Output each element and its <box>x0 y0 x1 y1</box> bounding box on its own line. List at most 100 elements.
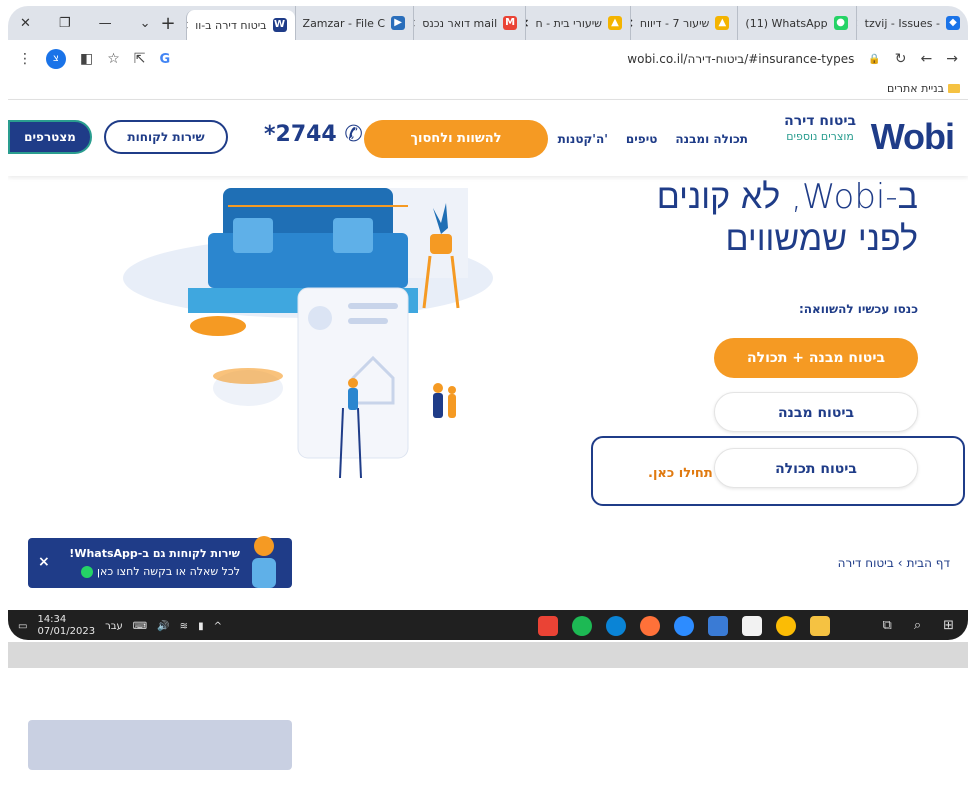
tab-label: (11) WhatsApp <box>745 16 828 30</box>
drive-favicon-icon: ▲ <box>607 16 622 30</box>
whatsapp-banner[interactable]: × שירות לקוחות גם ב-WhatsApp! לכל שאלה א… <box>28 536 292 588</box>
bookmark-star-icon[interactable]: ☆ <box>107 51 120 67</box>
share-icon[interactable]: ⇱ <box>134 51 146 67</box>
system-tray: ▭ 14:34 07/01/2023 עבר ⌨ 🔊 ≋ ▮ ^ <box>8 614 222 638</box>
whatsapp-subtitle-text: לכל שאלה או בקשה לחצו כאן <box>96 565 240 578</box>
close-icon[interactable]: × <box>738 16 739 30</box>
annotation-highlight-box <box>591 436 965 506</box>
tab-whatsapp[interactable]: ● (11) WhatsApp × <box>737 6 855 40</box>
bowl-rim <box>213 368 283 384</box>
product-menu[interactable]: ביטוח דירה מוצרים נוספים <box>784 112 856 144</box>
menu-kebab-icon[interactable]: ⋮ <box>18 51 32 67</box>
wobi-logo[interactable]: Wobi <box>871 116 955 158</box>
person-body <box>448 394 456 418</box>
back-icon[interactable]: ← <box>921 51 933 67</box>
breadcrumb-separator: › <box>897 556 903 570</box>
tab-drive-lesson[interactable]: ▲ שיעור 7 - דיווח × <box>629 6 737 40</box>
task-view-icon[interactable]: ⧉ <box>883 618 892 633</box>
tab-gmail[interactable]: M דואר נכנס mail × <box>413 6 525 40</box>
phone-number[interactable]: *2744 ✆ <box>264 122 363 147</box>
product-sub-link[interactable]: מוצרים נוספים <box>784 130 856 144</box>
minimize-window-icon[interactable]: — <box>99 16 112 31</box>
agent-body <box>252 558 276 588</box>
whatsapp-banner-subtitle: לכל שאלה או בקשה לחצו כאן <box>81 565 240 578</box>
person-head <box>433 383 443 393</box>
plant-pot <box>430 234 452 254</box>
volume-icon[interactable]: 🔊 <box>157 621 169 632</box>
structure-insurance-button[interactable]: ביטוח מבנה <box>714 392 918 432</box>
google-lens-icon[interactable]: G <box>160 52 171 67</box>
side-panel-icon[interactable]: ◧ <box>80 51 93 67</box>
notifications-icon[interactable]: ▭ <box>18 621 27 632</box>
close-icon[interactable]: × <box>296 16 297 30</box>
chrome-app-icon[interactable] <box>538 616 558 636</box>
forward-icon[interactable]: → <box>946 51 958 67</box>
mail-app-icon[interactable] <box>708 616 728 636</box>
reflection-banner <box>28 720 292 770</box>
file-explorer-app-icon[interactable] <box>810 616 830 636</box>
close-icon[interactable]: × <box>187 18 190 32</box>
folder-icon <box>948 84 960 93</box>
compare-and-save-button[interactable]: להשוות ולחסוך <box>364 120 548 158</box>
close-icon[interactable]: × <box>526 16 529 30</box>
tab-zamzar[interactable]: ▶ Zamzar - File C × <box>294 6 414 40</box>
close-window-icon[interactable]: ✕ <box>20 16 31 31</box>
zamzar-favicon-icon: ▶ <box>391 16 406 30</box>
profile-avatar[interactable]: צ <box>46 49 66 69</box>
browser-tab-strip: ◆ tzvij - Issues - × ● (11) WhatsApp × ▲… <box>8 6 968 40</box>
screenshot-frame: ◆ tzvij - Issues - × ● (11) WhatsApp × ▲… <box>8 6 968 640</box>
nav-item-small-things[interactable]: ה'קטנות' <box>558 132 608 146</box>
tab-wobi-active[interactable]: W ביטוח דירה ב-וו × <box>185 10 295 40</box>
breadcrumb-home-link[interactable]: דף הבית <box>907 556 950 570</box>
wifi-icon[interactable]: ≋ <box>180 621 188 632</box>
show-hidden-icons-icon[interactable]: ^ <box>214 621 222 632</box>
windows-start-icon[interactable]: ⊞ <box>943 618 954 633</box>
nav-item-content-structure[interactable]: תכולה ומבנה <box>675 132 748 146</box>
keyboard-icon[interactable]: ⌨ <box>133 621 147 632</box>
lock-icon[interactable]: 🔒 <box>868 54 880 65</box>
restore-window-icon[interactable]: ❐ <box>59 16 71 31</box>
hero-illustration <box>123 188 493 478</box>
firefox-app-icon[interactable] <box>640 616 660 636</box>
gmail-favicon-icon: M <box>503 16 518 30</box>
clock-time: 14:34 <box>37 614 67 625</box>
product-title: ביטוח דירה <box>784 113 856 129</box>
phone-icon: ✆ <box>344 122 363 147</box>
join-button[interactable]: מצטרפים <box>8 120 92 154</box>
language-indicator[interactable]: עבר <box>105 621 123 632</box>
close-icon[interactable]: × <box>38 554 50 570</box>
nav-item-tips[interactable]: טיפים <box>626 132 657 146</box>
clock-date: 07/01/2023 <box>37 626 96 637</box>
zoom-app-icon[interactable] <box>674 616 694 636</box>
new-tab-icon[interactable]: + <box>150 13 185 34</box>
customer-service-button[interactable]: שירות לקוחות <box>104 120 228 154</box>
close-icon[interactable]: × <box>414 16 416 30</box>
github-favicon-icon: ◆ <box>946 16 960 30</box>
tab-label: דואר נכנס mail <box>422 16 498 30</box>
url-field[interactable]: wobi.co.il/ביטוח-דירה/#insurance-types <box>627 52 854 66</box>
clock[interactable]: 14:34 07/01/2023 <box>37 614 95 638</box>
store-app-icon[interactable] <box>742 616 762 636</box>
spotify-app-icon[interactable] <box>572 616 592 636</box>
cushion-right <box>333 218 373 253</box>
reload-icon[interactable]: ↻ <box>895 51 907 67</box>
site-header: Wobi ביטוח דירה מוצרים נוספים תכולה ומבנ… <box>8 100 968 176</box>
tab-label: tzvij - Issues - <box>864 16 940 30</box>
search-icon[interactable]: ⌕ <box>914 618 921 633</box>
compare-label: כנסו עכשיו להשוואה: <box>798 302 918 316</box>
window-controls: ✕ ❐ — ⌄ <box>8 16 150 31</box>
battery-icon[interactable]: ▮ <box>198 621 204 632</box>
bookmark-folder-label[interactable]: בניית אתרים <box>887 82 944 95</box>
tab-github[interactable]: ◆ tzvij - Issues - × <box>855 6 968 40</box>
tab-search-icon[interactable]: ⌄ <box>140 16 151 31</box>
edge-app-icon[interactable] <box>606 616 626 636</box>
person-body <box>348 388 358 410</box>
chrome-app-icon[interactable] <box>776 616 796 636</box>
screen-reflection <box>8 640 968 795</box>
close-icon[interactable]: × <box>857 16 859 30</box>
tab-drive-homework[interactable]: ▲ שיעורי בית - ח × <box>525 6 630 40</box>
person-head <box>348 378 358 388</box>
agent-head <box>254 536 274 556</box>
close-icon[interactable]: × <box>631 16 634 30</box>
structure-and-content-button[interactable]: ביטוח מבנה + תכולה <box>714 338 918 378</box>
